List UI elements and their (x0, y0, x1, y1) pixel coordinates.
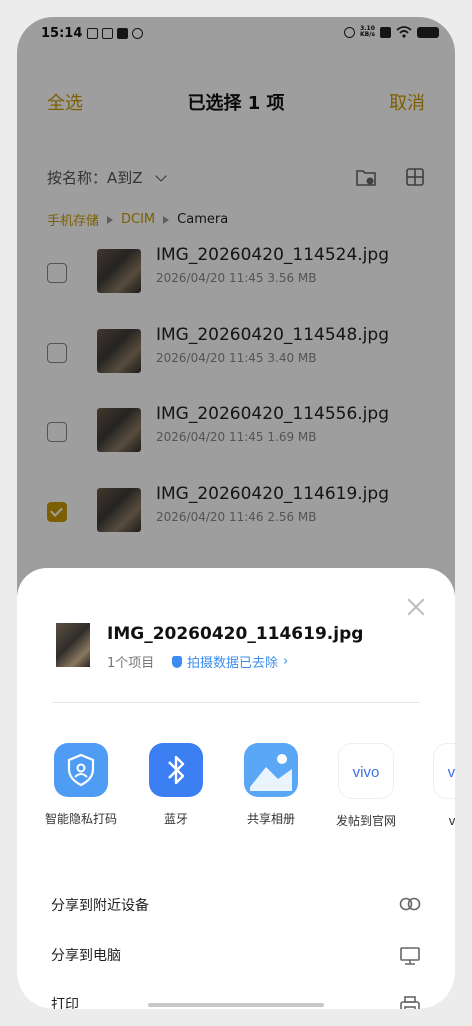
option-label: 分享到电脑 (51, 948, 121, 964)
share-app-label: 智能隐私打码 (44, 812, 117, 826)
privacy-note-link[interactable]: 拍摄数据已去除 › (172, 652, 288, 671)
home-indicator[interactable] (148, 1003, 324, 1007)
vivo-icon: vivo (338, 743, 394, 799)
share-file-thumbnail (56, 623, 90, 667)
share-app-shared-album[interactable]: 共享相册 (231, 743, 311, 828)
privacy-shield-icon (54, 743, 108, 797)
option-label: 打印 (51, 997, 79, 1009)
share-app-label: 蓝牙 (163, 812, 188, 826)
share-app-label: 发帖到官网 (335, 814, 396, 828)
chevron-right-icon: › (283, 654, 289, 669)
share-item-count: 1个项目 (107, 656, 155, 671)
bluetooth-icon (149, 743, 203, 797)
share-app-privacy[interactable]: 智能隐私打码 (41, 743, 121, 828)
vivo-icon: vivo (433, 743, 455, 799)
share-file-name: IMG_20260420_114619.jpg (107, 624, 364, 644)
option-label: 分享到附近设备 (51, 898, 149, 914)
share-app-label: vivo (448, 814, 455, 828)
share-sheet: IMG_20260420_114619.jpg 1个项目 拍摄数据已去除 › 智… (17, 568, 455, 1009)
share-app-post-official[interactable]: vivo 发帖到官网 (326, 743, 406, 830)
share-nearby-option[interactable]: 分享到附近设备 (51, 895, 421, 919)
share-app-vivo[interactable]: vivo vivo (421, 743, 455, 830)
vivo-logo-text: vivo (448, 764, 455, 781)
shared-album-icon (244, 743, 298, 797)
link-icon (399, 897, 421, 911)
share-app-bluetooth[interactable]: 蓝牙 (136, 743, 216, 828)
vivo-logo-text: vivo (353, 764, 380, 781)
printer-icon (400, 996, 420, 1009)
screen: 15:14 3.10 KB/s 全选 已选择 1 项 取消 按名称：A到Z 手机… (17, 17, 455, 1009)
share-app-row: 智能隐私打码 蓝牙 共享相册 vivo 发帖到官网 v v (17, 743, 455, 853)
privacy-note-text: 拍摄数据已去除 (187, 656, 279, 671)
close-icon[interactable] (407, 598, 425, 616)
divider (52, 702, 420, 703)
monitor-icon (400, 947, 420, 965)
share-app-label: 共享相册 (246, 812, 295, 826)
shield-icon (172, 655, 182, 668)
phone-frame: 15:14 3.10 KB/s 全选 已选择 1 项 取消 按名称：A到Z 手机… (0, 0, 472, 1026)
share-to-pc-option[interactable]: 分享到电脑 (51, 945, 421, 969)
